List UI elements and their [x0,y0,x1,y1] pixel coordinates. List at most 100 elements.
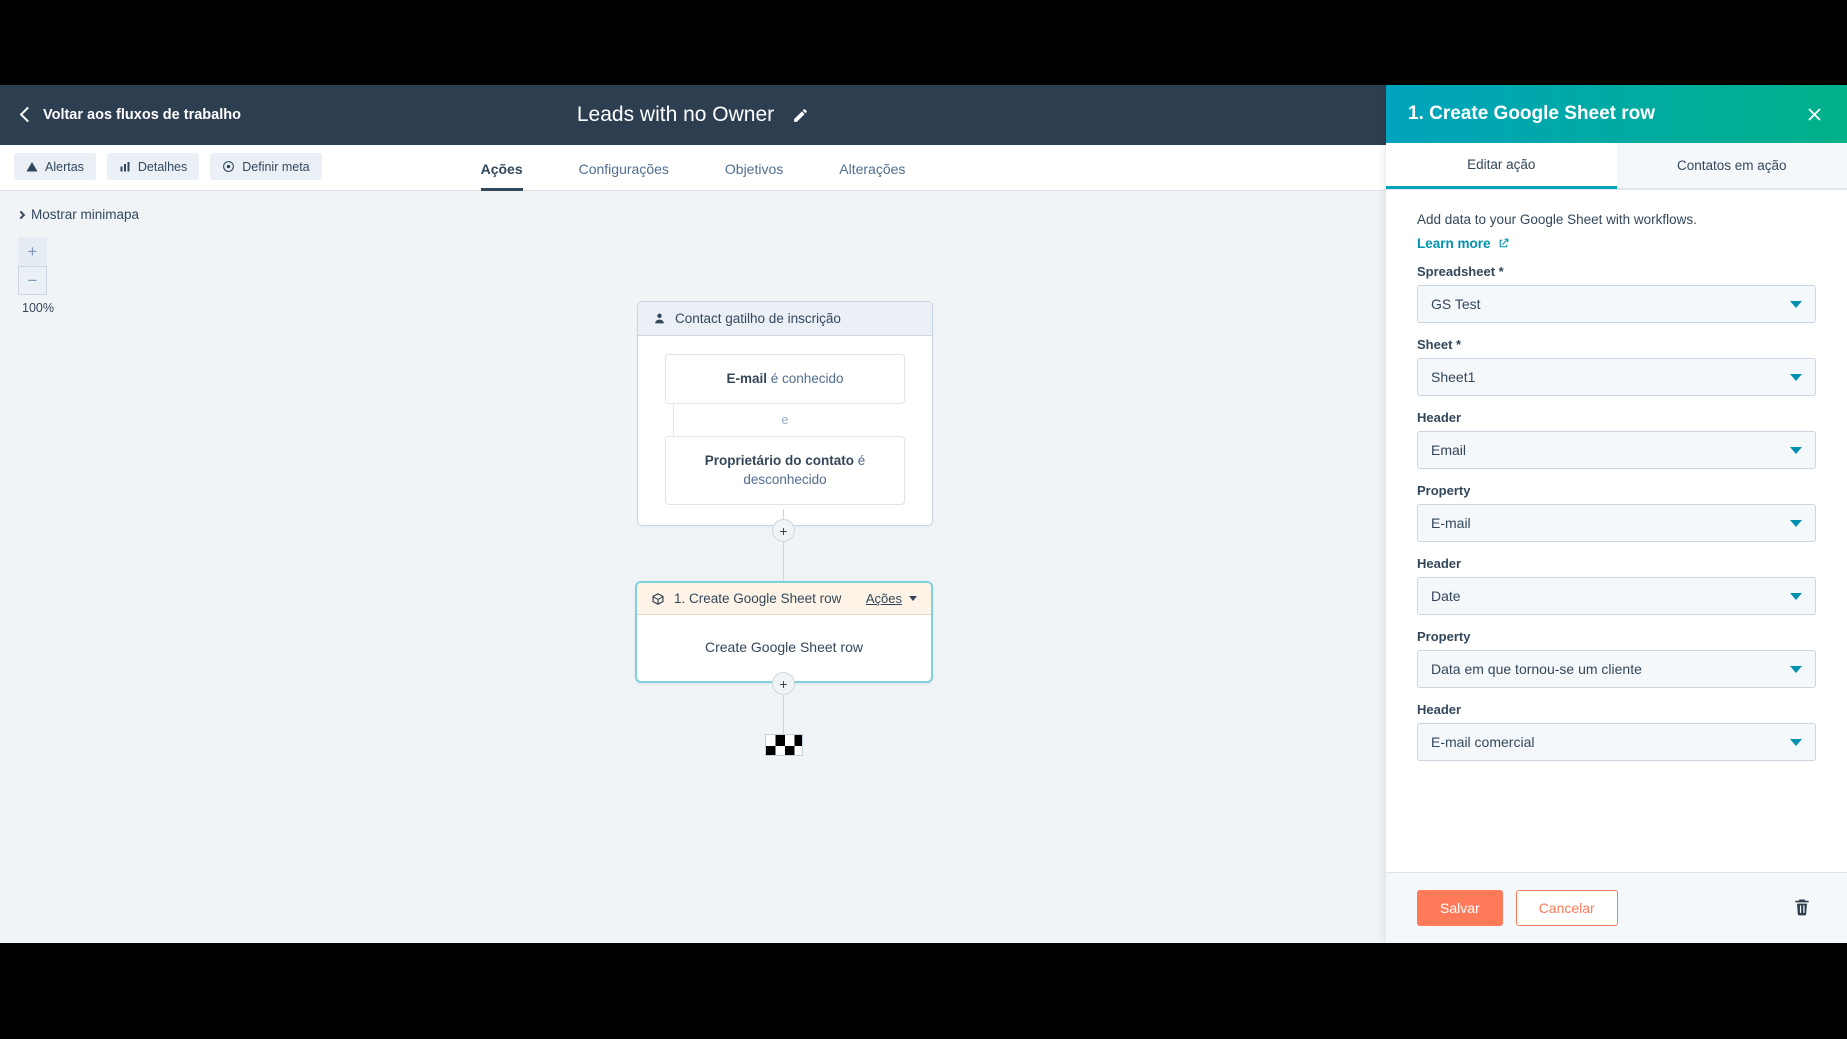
action-node-menu-label: Ações [866,591,902,606]
action-node-header: 1. Create Google Sheet row Ações [637,583,931,615]
panel-body: Add data to your Google Sheet with workf… [1386,190,1847,872]
chevron-left-icon [20,107,36,123]
panel-title: 1. Create Google Sheet row [1408,103,1804,125]
action-edit-panel: 1. Create Google Sheet row Editar ação C… [1386,85,1847,943]
cancel-button[interactable]: Cancelar [1516,890,1618,926]
zoom-level-label: 100% [18,301,58,315]
panel-tab-edit-action[interactable]: Editar ação [1386,143,1617,189]
header-1-select[interactable]: Email [1417,431,1816,469]
chevron-down-icon [1790,739,1802,746]
panel-tab-contacts-label: Contatos em ação [1677,158,1787,173]
chevron-down-icon [1790,520,1802,527]
sheet-select[interactable]: Sheet1 [1417,358,1816,396]
trigger-conjunction: e [665,404,905,436]
show-minimap-toggle[interactable]: Mostrar minimapa [18,207,139,222]
trigger-filter-2-property: Proprietário do contato [705,453,854,468]
chevron-right-icon [17,210,25,218]
action-node-title-group: 1. Create Google Sheet row [651,591,866,606]
tab-objetivos-label: Objetivos [725,161,783,177]
spreadsheet-select-value: GS Test [1431,296,1790,312]
learn-more-label: Learn more [1417,236,1491,251]
field-header-2: Header Date [1417,556,1816,615]
panel-footer: Salvar Cancelar [1386,872,1847,943]
header-2-select[interactable]: Date [1417,577,1816,615]
save-button[interactable]: Salvar [1417,890,1503,926]
workflow-editor-app: Voltar aos fluxos de trabalho Leads with… [0,85,1847,943]
trigger-filter-2[interactable]: Proprietário do contato é desconhecido [665,436,905,505]
show-minimap-label: Mostrar minimapa [31,207,139,222]
trash-icon [1792,897,1812,917]
field-spreadsheet: Spreadsheet * GS Test [1417,264,1816,323]
tab-acoes[interactable]: Ações [481,161,523,191]
connector-line-1b [783,542,784,581]
field-property-1: Property E-mail [1417,483,1816,542]
main-tabs: Ações Configurações Objetivos Alterações [0,145,1386,191]
field-header-2-label: Header [1417,556,1816,571]
chevron-down-icon [1790,666,1802,673]
field-header-1-label: Header [1417,410,1816,425]
connector-line-2b [783,695,784,735]
workflow-canvas[interactable]: Mostrar minimapa + − 100% Contact gatilh… [0,191,1386,943]
property-2-select[interactable]: Data em que tornou-se um cliente [1417,650,1816,688]
chevron-down-icon [909,596,917,601]
action-node[interactable]: 1. Create Google Sheet row Ações Create … [635,581,933,683]
tab-alteracoes-label: Alterações [839,161,905,177]
property-2-select-value: Data em que tornou-se um cliente [1431,661,1790,677]
trigger-node-title: Contact gatilho de inscrição [675,311,841,326]
chevron-down-icon [1790,301,1802,308]
pencil-icon[interactable] [792,107,809,124]
page-title: Leads with no Owner [577,103,774,127]
add-step-button-2[interactable]: + [772,672,795,695]
field-property-1-label: Property [1417,483,1816,498]
field-sheet: Sheet * Sheet1 [1417,337,1816,396]
field-sheet-label: Sheet * [1417,337,1816,352]
header-3-select-value: E-mail comercial [1431,734,1790,750]
scroll-fade [1386,860,1847,872]
field-spreadsheet-label: Spreadsheet * [1417,264,1816,279]
trigger-filters: E-mail é conhecido e Proprietário do con… [638,336,932,525]
property-1-select-value: E-mail [1431,515,1790,531]
tab-configuracoes[interactable]: Configurações [579,161,669,191]
field-header-3: Header E-mail comercial [1417,702,1816,761]
zoom-in-button[interactable]: + [18,237,47,266]
header-3-select[interactable]: E-mail comercial [1417,723,1816,761]
contact-person-icon [653,312,666,325]
tab-acoes-label: Ações [481,161,523,177]
add-step-button-1[interactable]: + [772,519,795,542]
chevron-down-icon [1790,593,1802,600]
property-1-select[interactable]: E-mail [1417,504,1816,542]
tab-configuracoes-label: Configurações [579,161,669,177]
header-2-select-value: Date [1431,588,1790,604]
field-header-1: Header Email [1417,410,1816,469]
field-property-2-label: Property [1417,629,1816,644]
zoom-controls: + − 100% [18,237,47,315]
zoom-out-button[interactable]: − [18,266,47,295]
tab-bar: Alertas Detalhes Definir meta Ações [0,145,1386,191]
external-link-icon [1497,237,1510,250]
panel-tabs: Editar ação Contatos em ação [1386,143,1847,190]
header-1-select-value: Email [1431,442,1790,458]
spreadsheet-select[interactable]: GS Test [1417,285,1816,323]
app-package-icon [651,592,665,606]
delete-action-button[interactable] [1788,893,1816,924]
learn-more-link[interactable]: Learn more [1417,236,1510,251]
chevron-down-icon [1790,447,1802,454]
action-node-title-label: 1. Create Google Sheet row [674,591,841,606]
panel-tab-edit-action-label: Editar ação [1467,157,1535,172]
sheet-select-value: Sheet1 [1431,369,1790,385]
field-header-3-label: Header [1417,702,1816,717]
tab-alteracoes[interactable]: Alterações [839,161,905,191]
back-to-workflows-label: Voltar aos fluxos de trabalho [43,107,241,123]
panel-tab-contacts-in-action[interactable]: Contatos em ação [1617,143,1847,189]
trigger-node[interactable]: Contact gatilho de inscrição E-mail é co… [637,301,933,526]
back-to-workflows-link[interactable]: Voltar aos fluxos de trabalho [22,107,241,123]
trigger-filter-1[interactable]: E-mail é conhecido [665,354,905,404]
close-icon[interactable] [1804,104,1825,125]
checkered-flag-icon [765,734,803,756]
chevron-down-icon [1790,374,1802,381]
top-navigation-bar: Voltar aos fluxos de trabalho Leads with… [0,85,1386,145]
tab-objetivos[interactable]: Objetivos [725,161,783,191]
trigger-filter-1-condition: é conhecido [767,371,844,386]
trigger-filter-1-property: E-mail [726,371,767,386]
action-node-menu[interactable]: Ações [866,591,917,606]
